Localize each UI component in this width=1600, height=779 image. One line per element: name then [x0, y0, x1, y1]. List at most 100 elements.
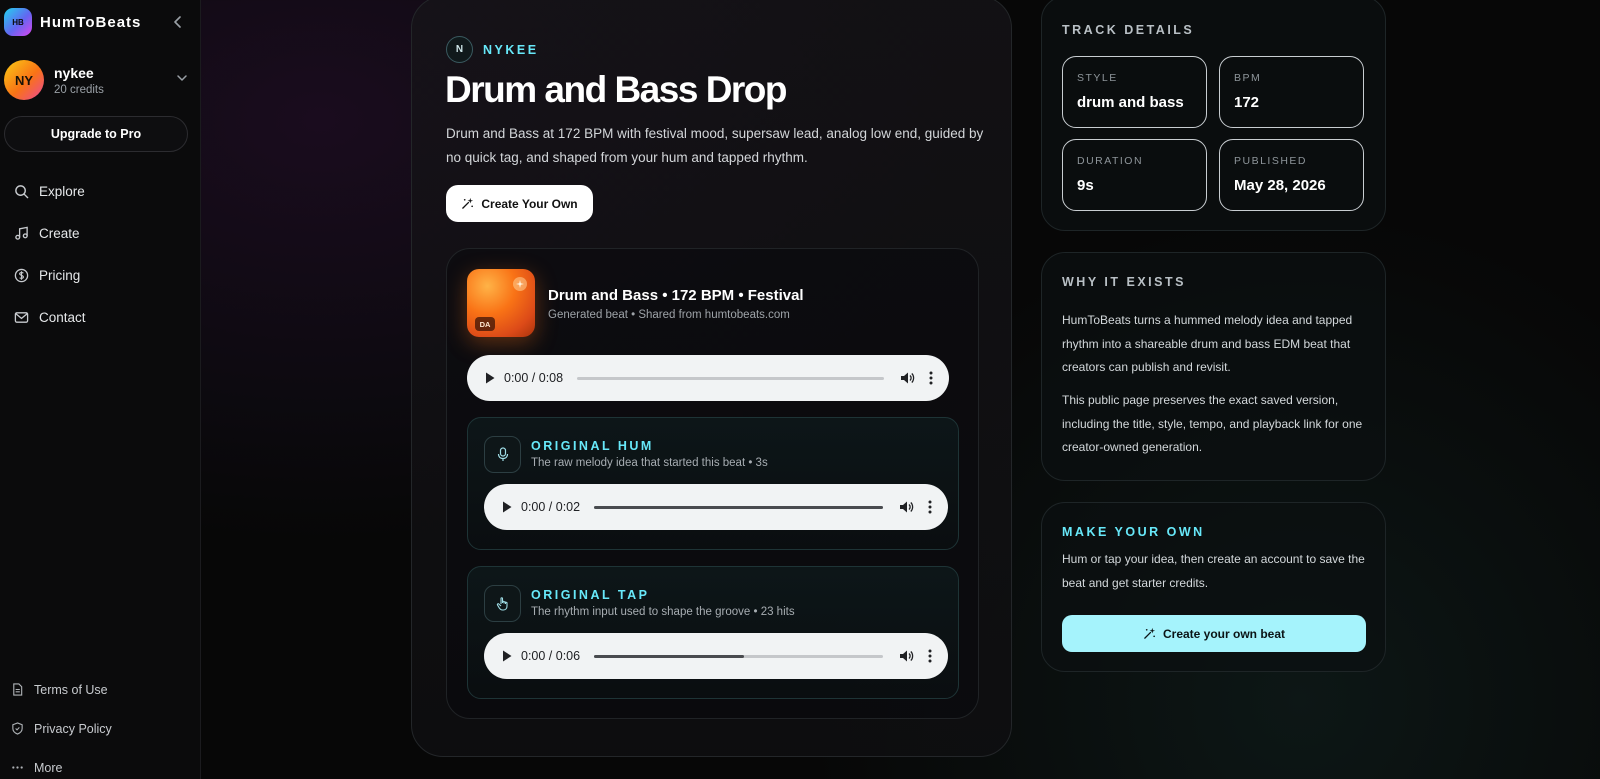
stat-label: PUBLISHED: [1234, 155, 1308, 167]
shield-icon: [12, 722, 23, 735]
original-hum-title: ORIGINAL HUM: [531, 439, 654, 453]
chevron-left-icon: [174, 16, 181, 28]
stat-value: 9s: [1077, 177, 1094, 194]
artist-row[interactable]: N NYKEE: [446, 36, 539, 63]
footer-item-label: Privacy Policy: [34, 721, 112, 736]
play-icon[interactable]: [502, 501, 512, 513]
brand-logo-icon: HB: [4, 8, 32, 36]
hum-audio-player[interactable]: 0:00 / 0:02: [484, 484, 948, 530]
why-it-exists-card: WHY IT EXISTS HumToBeats turns a hummed …: [1041, 252, 1386, 481]
why-heading: WHY IT EXISTS: [1062, 275, 1186, 289]
more-vertical-icon[interactable]: [929, 371, 933, 385]
cover-tag: DA: [475, 317, 495, 331]
track-title: Drum and Bass • 172 BPM • Festival: [548, 287, 804, 304]
original-hum-subtitle: The raw melody idea that started this be…: [531, 457, 768, 469]
play-icon[interactable]: [485, 372, 495, 384]
style-stat: STYLE drum and bass: [1062, 56, 1207, 128]
player-time: 0:00 / 0:06: [521, 649, 581, 663]
volume-icon[interactable]: [899, 500, 914, 514]
microphone-icon: [484, 436, 521, 473]
sidebar: HB HumToBeats NY nykee 20 credits Upgrad…: [0, 0, 201, 779]
dollar-circle-icon: [14, 268, 29, 282]
main-nav: Explore Create Pricing Contact: [14, 170, 186, 338]
page-title: Drum and Bass Drop: [445, 69, 788, 110]
original-tap-card: ORIGINAL TAP The rhythm input used to sh…: [467, 566, 959, 699]
stat-value: May 28, 2026: [1234, 177, 1326, 194]
make-heading: MAKE YOUR OWN: [1062, 525, 1205, 539]
footer-item-label: More: [34, 760, 63, 775]
player-section: DA Drum and Bass • 172 BPM • Festival Ge…: [446, 248, 979, 719]
volume-icon[interactable]: [900, 371, 915, 385]
seek-bar[interactable]: [594, 505, 883, 509]
nav-item-label: Pricing: [39, 267, 81, 283]
artist-name: NYKEE: [483, 42, 539, 57]
why-paragraph-2: This public page preserves the exact sav…: [1062, 393, 1363, 454]
privacy-link[interactable]: Privacy Policy: [11, 709, 112, 748]
upgrade-button[interactable]: Upgrade to Pro: [4, 116, 188, 152]
collapse-sidebar-button[interactable]: [170, 14, 186, 30]
cta-label: Create your own beat: [1162, 626, 1286, 641]
nav-item-pricing[interactable]: Pricing: [14, 254, 186, 296]
document-icon: [13, 683, 23, 696]
mail-icon: [14, 311, 29, 323]
nav-item-explore[interactable]: Explore: [14, 170, 186, 212]
nav-item-label: Explore: [39, 183, 85, 199]
footer-item-label: Terms of Use: [34, 682, 108, 697]
original-tap-title: ORIGINAL TAP: [531, 588, 650, 602]
search-icon: [15, 184, 29, 198]
hand-tap-icon: [484, 585, 521, 622]
user-menu[interactable]: NY nykee 20 credits: [4, 59, 192, 101]
create-your-own-button[interactable]: Create Your Own: [446, 185, 593, 222]
original-hum-card: ORIGINAL HUM The raw melody idea that st…: [467, 417, 959, 550]
music-note-icon: [15, 226, 28, 240]
nav-item-label: Contact: [39, 309, 86, 325]
stat-value: drum and bass: [1077, 94, 1184, 111]
terms-link[interactable]: Terms of Use: [11, 670, 112, 709]
stat-label: STYLE: [1077, 72, 1118, 84]
user-name: nykee: [54, 64, 94, 81]
why-paragraph-1: HumToBeats turns a hummed melody idea an…: [1062, 313, 1353, 374]
seek-fill: [594, 654, 745, 658]
track-subtitle: Generated beat • Shared from humtobeats.…: [548, 309, 790, 321]
duration-stat: DURATION 9s: [1062, 139, 1207, 211]
artist-avatar: N: [446, 36, 473, 63]
nav-item-label: Create: [39, 225, 80, 241]
user-credits: 20 credits: [54, 83, 104, 96]
brand-name: HumToBeats: [40, 13, 142, 31]
stat-label: BPM: [1234, 72, 1262, 84]
make-text: Hum or tap your idea, then create an acc…: [1062, 552, 1365, 590]
sparkle-wand-icon: [462, 197, 474, 209]
nav-item-contact[interactable]: Contact: [14, 296, 186, 338]
track-details-heading: TRACK DETAILS: [1062, 23, 1195, 37]
stat-label: DURATION: [1077, 155, 1144, 167]
player-time: 0:00 / 0:02: [521, 500, 581, 514]
seek-fill: [594, 505, 883, 509]
original-tap-subtitle: The rhythm input used to shape the groov…: [531, 606, 795, 618]
cover-art: DA: [467, 269, 535, 337]
make-your-own-card: MAKE YOUR OWN Hum or tap your idea, then…: [1041, 502, 1386, 672]
volume-icon[interactable]: [899, 649, 914, 663]
footer-nav: Terms of Use Privacy Policy More: [11, 670, 112, 779]
avatar: NY: [4, 60, 44, 100]
more-button[interactable]: More: [11, 748, 112, 779]
track-details-card: TRACK DETAILS STYLE drum and bass BPM 17…: [1041, 0, 1386, 231]
chevron-down-icon: [177, 75, 187, 81]
seek-bar[interactable]: [594, 654, 883, 658]
brand[interactable]: HB HumToBeats: [4, 8, 141, 36]
more-vertical-icon[interactable]: [928, 500, 932, 514]
player-time: 0:00 / 0:08: [504, 371, 564, 385]
play-icon[interactable]: [502, 650, 512, 662]
main-audio-player[interactable]: 0:00 / 0:08: [467, 355, 949, 401]
more-horizontal-icon: [12, 766, 23, 769]
seek-bar[interactable]: [577, 376, 884, 380]
more-vertical-icon[interactable]: [928, 649, 932, 663]
beat-description: Drum and Bass at 172 BPM with festival m…: [446, 126, 984, 165]
tap-audio-player[interactable]: 0:00 / 0:06: [484, 633, 948, 679]
sparkle-icon: [513, 277, 527, 291]
nav-item-create[interactable]: Create: [14, 212, 186, 254]
beat-card: N NYKEE Drum and Bass Drop Drum and Bass…: [411, 0, 1012, 757]
create-your-own-label: Create Your Own: [481, 196, 578, 211]
stat-value: 172: [1234, 94, 1260, 111]
create-your-own-beat-button[interactable]: Create your own beat: [1062, 615, 1366, 652]
sparkle-wand-icon: [1144, 627, 1156, 639]
